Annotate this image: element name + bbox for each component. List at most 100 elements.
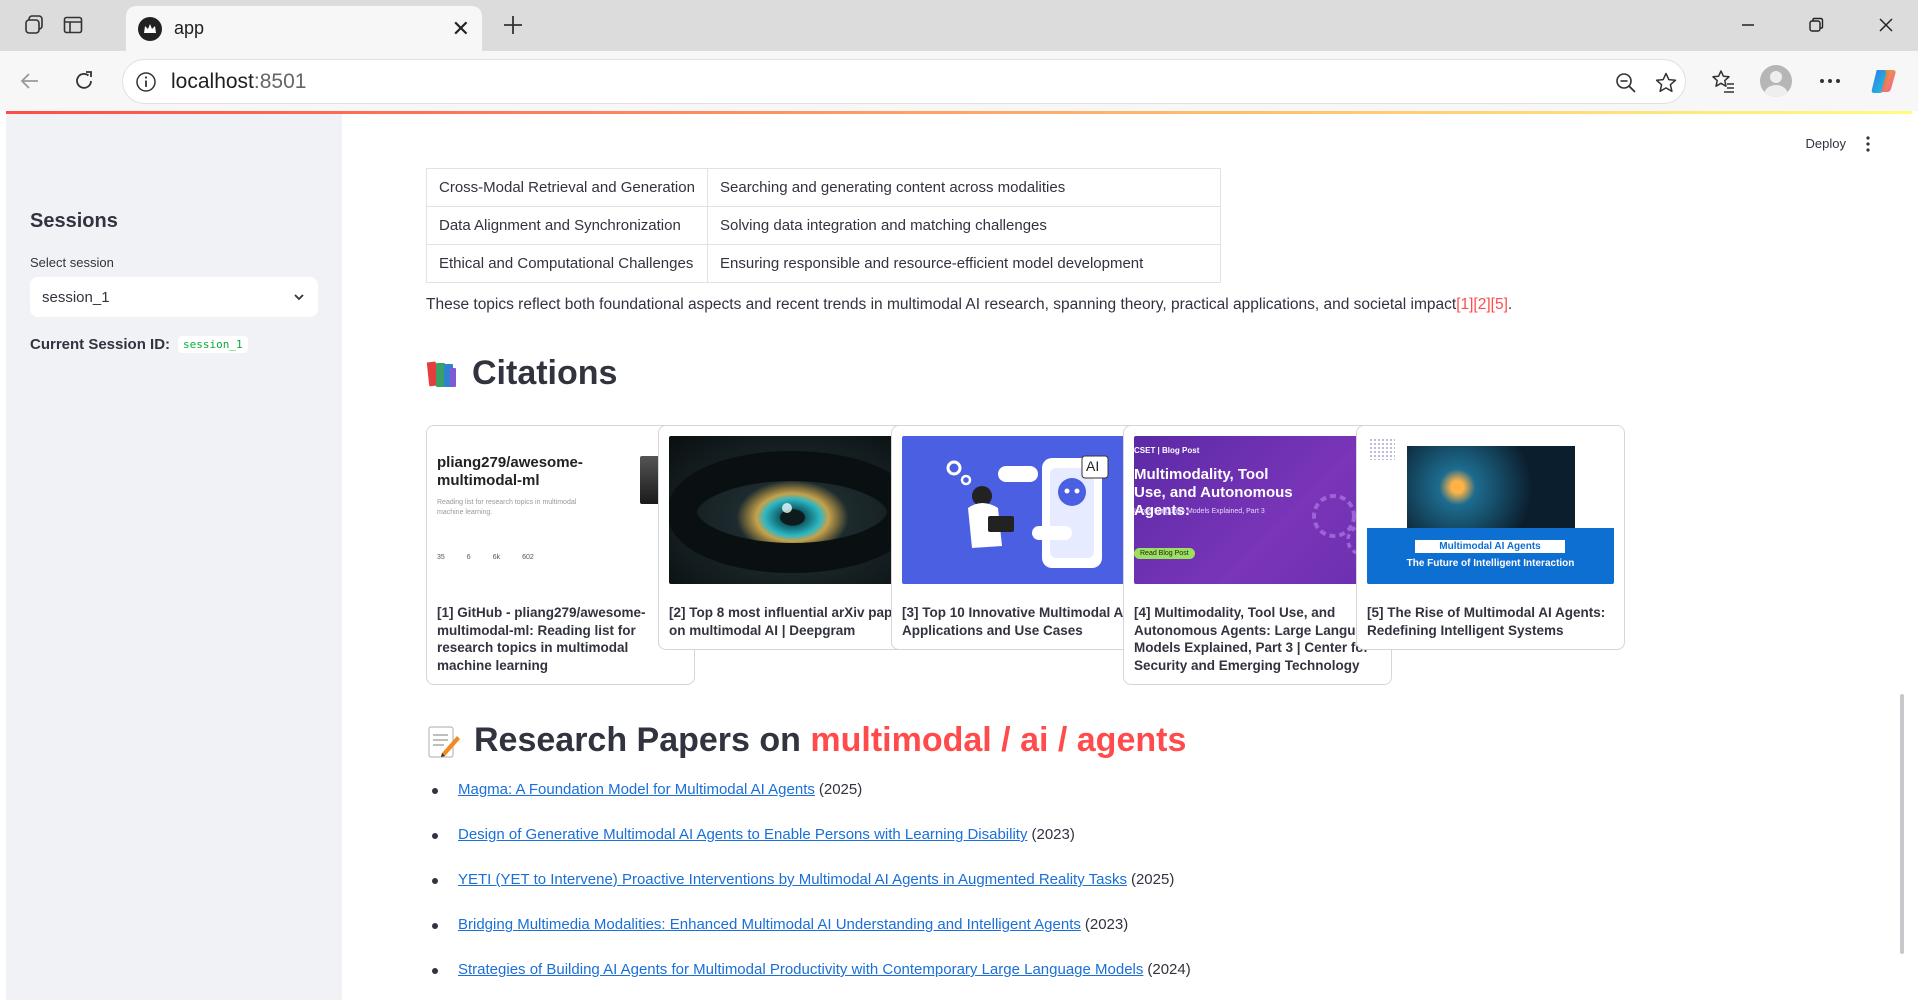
url-field[interactable]: localhost:8501 [122, 59, 1686, 104]
citation-thumbnail [669, 436, 916, 584]
citation-card[interactable]: CSET | Blog Post Multimodality, Tool Use… [1123, 425, 1392, 685]
paper-link[interactable]: Strategies of Building AI Agents for Mul… [458, 961, 1143, 978]
ai-badge: AI [1086, 458, 1100, 474]
topics-table: Cross-Modal Retrieval and Generation Sea… [426, 168, 1221, 283]
browser-tab[interactable]: app ✕ [126, 6, 482, 51]
list-item: Design of Generative Multimodal AI Agent… [426, 826, 1191, 871]
table-row: Cross-Modal Retrieval and Generation Sea… [426, 168, 1221, 207]
paper-year: (2024) [1147, 961, 1191, 978]
books-emoji-icon [426, 361, 456, 387]
citation-card[interactable]: Multimodal AI Agents The Future of Intel… [1356, 425, 1625, 650]
minimize-icon[interactable] [1724, 8, 1772, 42]
site-info-icon[interactable] [133, 69, 159, 95]
citation-card[interactable]: AI [3] Top 10 Innovative Multimodal AI A… [891, 425, 1160, 650]
copilot-icon[interactable] [1866, 63, 1902, 99]
main-menu-icon[interactable] [1858, 132, 1878, 156]
tab-actions-icon[interactable] [56, 8, 90, 42]
list-item: Bridging Multimedia Modalities: Enhanced… [426, 916, 1191, 961]
citations-heading: Citations [426, 354, 617, 393]
research-title: Research Papers on multimodal / ai / age… [474, 721, 1187, 759]
eye-image [669, 451, 916, 573]
paper-link[interactable]: Design of Generative Multimodal AI Agent… [458, 826, 1027, 843]
papers-list: Magma: A Foundation Model for Multimodal… [426, 781, 1191, 1000]
address-bar-row: localhost:8501 [0, 51, 1918, 111]
url-text: localhost:8501 [171, 69, 307, 93]
paper-year: (2025) [1130, 871, 1175, 888]
more-options-icon[interactable] [1812, 63, 1848, 99]
citations-title: Citations [472, 354, 618, 392]
sidebar: Sessions Select session session_1 Curren… [6, 114, 342, 1000]
list-item: Strategies of Building AI Agents for Mul… [426, 961, 1191, 1000]
paper-year: (2023) [1084, 916, 1129, 933]
list-item: Magma: A Foundation Model for Multimodal… [426, 781, 1191, 826]
table-row: Data Alignment and Synchronization Solvi… [426, 206, 1221, 245]
back-icon[interactable] [12, 63, 48, 99]
zoom-out-icon[interactable] [1611, 68, 1641, 98]
profile-icon[interactable] [1758, 63, 1794, 99]
ai-chat-illustration [946, 455, 1109, 568]
banner-title: Multimodal AI Agents [1415, 540, 1565, 553]
citation-thumbnail: CSET | Blog Post Multimodality, Tool Use… [1134, 436, 1381, 584]
citation-title: [5] The Rise of Multimodal AI Agents: Re… [1367, 605, 1606, 638]
paper-link[interactable]: YETI (YET to Intervene) Proactive Interv… [458, 871, 1127, 888]
paper-year: (2023) [1031, 826, 1075, 843]
citation-title: [4] Multimodality, Tool Use, and Autonom… [1134, 605, 1379, 673]
main-scrollbar[interactable] [1900, 694, 1904, 954]
sidebar-title: Sessions [30, 210, 118, 232]
app-viewport: Sessions Select session session_1 Curren… [6, 111, 1912, 1000]
dots-decoration [1369, 438, 1395, 460]
current-session-label: Current Session ID: [30, 336, 171, 353]
table-cell-desc: Solving data integration and matching ch… [707, 206, 1221, 245]
streamlit-crown-icon [138, 16, 162, 41]
thumb-repo-title: pliang279/awesome-multimodal-ml [437, 454, 583, 489]
citation-card[interactable]: pliang279/awesome-multimodal-ml Reading … [426, 425, 695, 685]
browser-tab-bar: app ✕ [0, 0, 1918, 51]
table-cell-topic: Data Alignment and Synchronization [426, 206, 708, 245]
citation-thumbnail: Multimodal AI Agents The Future of Intel… [1367, 436, 1614, 584]
citation-card[interactable]: [2] Top 8 most influential arXiv papers … [658, 425, 927, 650]
paper-link[interactable]: Magma: A Foundation Model for Multimodal… [458, 781, 815, 798]
current-session-code: session_1 [178, 336, 248, 353]
chevron-down-icon [294, 294, 304, 301]
new-tab-icon[interactable] [496, 8, 530, 42]
gears-decoration [1312, 494, 1378, 556]
table-cell-topic: Ethical and Computational Challenges [426, 244, 708, 283]
table-row: Ethical and Computational Challenges Ens… [426, 244, 1221, 283]
ai-agent-image [1407, 446, 1575, 528]
deploy-button[interactable]: Deploy [1806, 136, 1846, 151]
restore-icon[interactable] [1792, 8, 1840, 42]
banner-subtitle: The Future of Intelligent Interaction [1406, 558, 1575, 569]
main-content: Deploy Cross-Modal Retrieval and Generat… [342, 114, 1912, 1000]
close-tab-icon[interactable]: ✕ [452, 16, 470, 42]
citation-title: [2] Top 8 most influential arXiv papers … [669, 605, 913, 638]
memo-emoji-icon [428, 725, 460, 758]
thumb-repo-sub: Reading list for research topics in mult… [437, 499, 577, 516]
paper-year: (2025) [818, 781, 863, 798]
favorites-icon[interactable] [1705, 63, 1741, 99]
list-item: YETI (YET to Intervene) Proactive Interv… [426, 871, 1191, 916]
paper-link[interactable]: Bridging Multimedia Modalities: Enhanced… [458, 916, 1081, 933]
current-session: Current Session ID: session_1 [30, 336, 248, 353]
select-session-label: Select session [30, 255, 114, 270]
close-window-icon[interactable] [1862, 8, 1910, 42]
table-cell-desc: Searching and generating content across … [707, 168, 1221, 207]
session-select[interactable]: session_1 [30, 277, 318, 317]
research-topic: multimodal / ai / agents [810, 721, 1187, 759]
avatar [1760, 65, 1792, 97]
citation-thumbnail: pliang279/awesome-multimodal-ml Reading … [437, 436, 684, 584]
citation-refs-link[interactable]: [1][2][5] [1456, 296, 1508, 313]
banner-bar [1367, 528, 1614, 584]
citation-title: [3] Top 10 Innovative Multimodal AI Appl… [902, 605, 1128, 638]
table-cell-desc: Ensuring responsible and resource-effici… [707, 244, 1221, 283]
session-select-value: session_1 [42, 288, 110, 306]
refresh-icon[interactable] [66, 63, 102, 99]
workspaces-icon[interactable] [18, 8, 52, 42]
thumb-stats: 35 6 6k 602 [437, 554, 534, 561]
citation-thumbnail: AI [902, 436, 1149, 584]
tab-title: app [174, 18, 205, 38]
research-heading: Research Papers on multimodal / ai / age… [426, 721, 1186, 760]
favorite-star-icon[interactable] [1651, 68, 1681, 98]
summary-paragraph: These topics reflect both foundational a… [426, 296, 1513, 313]
citation-title: [1] GitHub - pliang279/awesome-multimoda… [437, 605, 646, 673]
table-cell-topic: Cross-Modal Retrieval and Generation [426, 168, 708, 207]
